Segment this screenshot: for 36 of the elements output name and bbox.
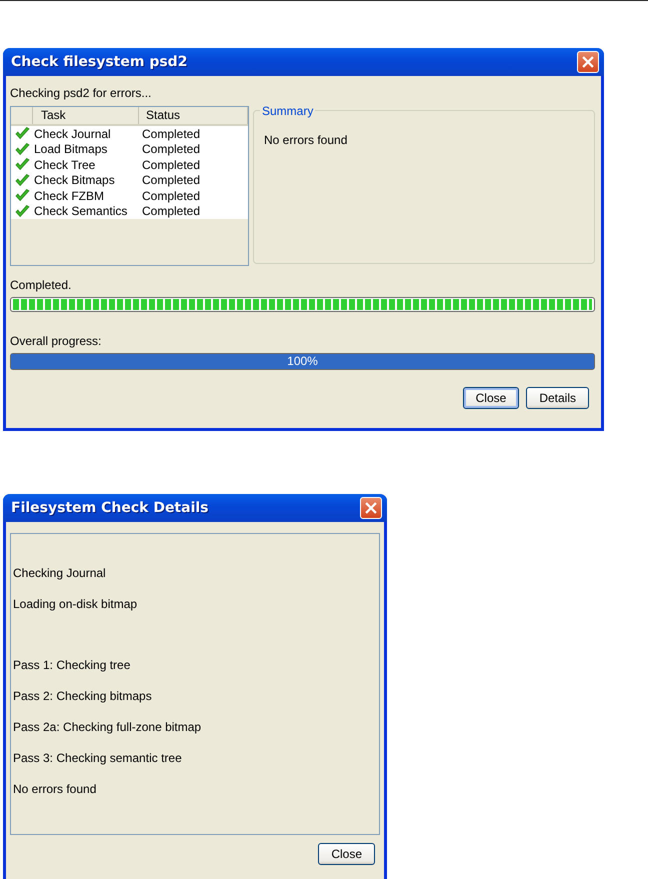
close-button[interactable]: [577, 51, 599, 73]
table-cell-text: Completed: [142, 126, 202, 141]
close-button[interactable]: Close: [462, 387, 520, 409]
window-title: Filesystem Check Details: [11, 500, 209, 516]
log-line: Pass 1: Checking tree: [13, 658, 132, 673]
column-header[interactable]: Status: [139, 107, 248, 124]
log-line: Checking Journal: [13, 566, 107, 581]
log-line: Pass 3: Checking semantic tree: [13, 751, 183, 766]
table-cell-text: Check Journal: [34, 126, 112, 141]
close-icon: [581, 55, 595, 69]
summary-text: No errors found: [264, 133, 348, 147]
close-icon: [364, 501, 378, 515]
progress-label: Completed.: [10, 278, 72, 292]
group-title: Summary: [260, 104, 316, 118]
close-button[interactable]: Close: [318, 843, 375, 865]
table-cell-text: Check Semantics: [34, 204, 128, 218]
table-cell-text: Load Bitmaps: [34, 142, 108, 156]
table-cell-text: Completed: [142, 142, 202, 156]
log-line: Pass 2a: Checking full-zone bitmap: [13, 720, 202, 735]
details-button[interactable]: Details: [526, 387, 589, 409]
table-cell-text: Completed: [142, 158, 202, 172]
progress-label: Overall progress:: [10, 334, 102, 348]
table-cell-text: Check Tree: [34, 158, 96, 172]
table-cell-text: Check FZBM: [34, 188, 106, 203]
table-cell-text: Completed: [142, 188, 202, 203]
table-cell-text: Completed: [142, 173, 202, 188]
window-title: Check filesystem psd2: [11, 54, 188, 70]
status-heading: Checking psd2 for errors...: [10, 86, 152, 100]
log-line: No errors found: [13, 782, 98, 797]
table-cell-text: Completed: [142, 204, 202, 218]
log-line: Loading on-disk bitmap: [13, 597, 138, 612]
log-line: Pass 2: Checking bitmaps: [13, 689, 153, 704]
column-header[interactable]: Task: [33, 107, 139, 124]
progress-reading: 100%: [286, 354, 319, 369]
close-button[interactable]: [360, 497, 382, 519]
table-cell-text: Check Bitmaps: [34, 173, 116, 188]
